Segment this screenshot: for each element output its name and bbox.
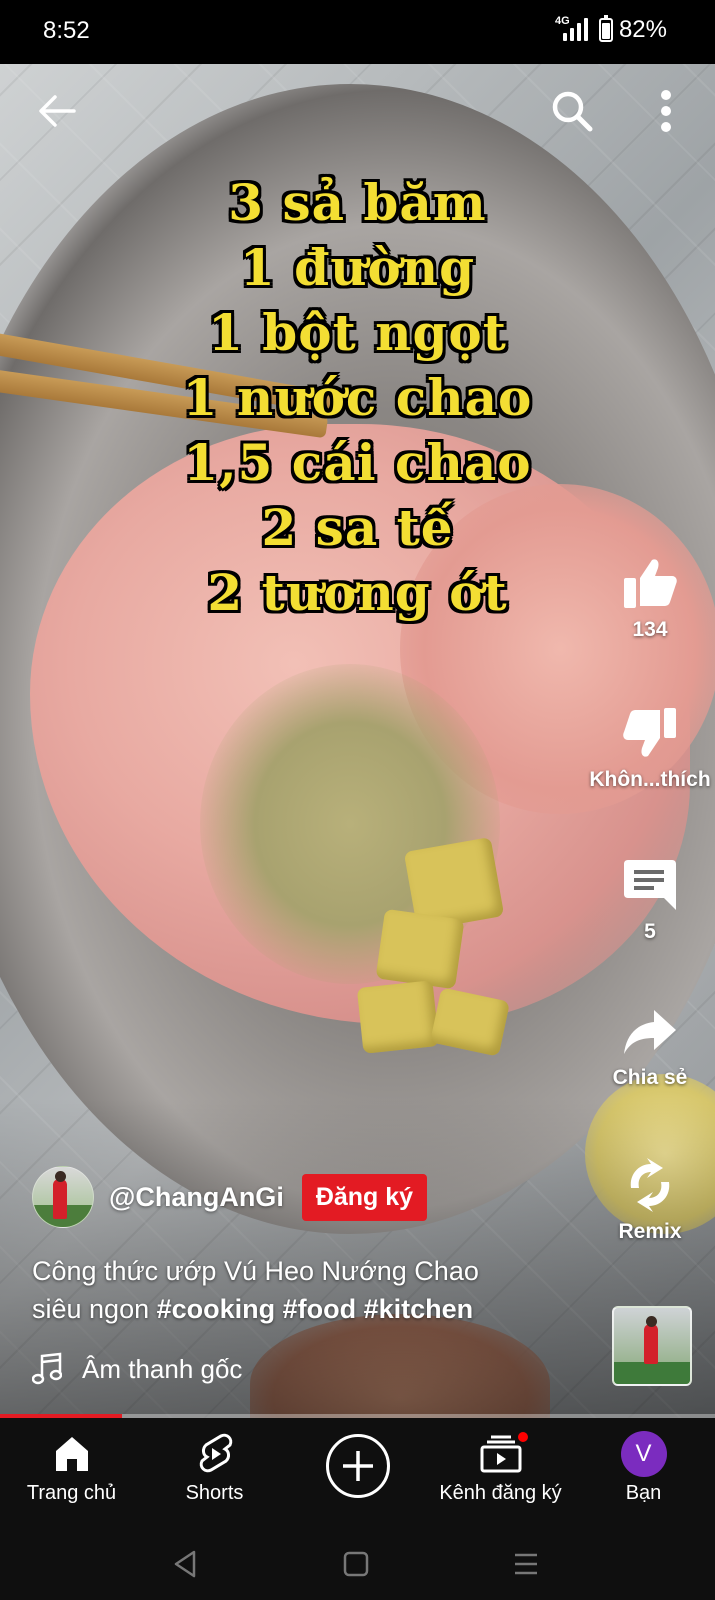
recipe-line: 2 sa tế [261,498,454,557]
shorts-icon [199,1433,232,1473]
music-note-icon [32,1352,62,1385]
status-indicators: 4G 82% [553,15,667,44]
notification-dot [515,1430,530,1444]
thumbs-down-icon [623,708,676,757]
remix-icon [630,1158,670,1212]
nav-subscriptions-label: Kênh đăng ký [439,1482,562,1504]
share-icon [624,1010,676,1054]
system-navigation-bar [0,1528,715,1600]
sound-thumbnail[interactable] [612,1306,692,1386]
remix-button[interactable]: Remix [585,1158,715,1244]
back-arrow-icon [39,95,76,127]
system-home-icon[interactable] [343,1551,369,1577]
dislike-label: Khôn...thích [589,768,711,791]
system-back-icon[interactable] [172,1550,198,1578]
nav-shorts-label: Shorts [185,1482,244,1504]
battery-percent: 82% [618,16,667,43]
caption-hashtags[interactable]: #cooking #food #kitchen [157,1294,474,1324]
sound-label: Âm thanh gốc [82,1353,243,1384]
nav-create[interactable] [286,1418,429,1528]
recipe-line: 1 đường [239,238,476,297]
nav-shorts[interactable]: Shorts [143,1418,286,1528]
create-icon [325,1434,390,1498]
caption-text: siêu ngon [32,1294,157,1324]
recipe-line: 1,5 cái chao [183,433,532,492]
subscribe-button[interactable]: Đăng ký [301,1173,428,1221]
nav-home-label: Trang chủ [26,1482,117,1504]
caption-text: Công thức ướp Vú Heo Nướng Chao [32,1256,479,1286]
avatar-icon: V [620,1431,667,1477]
home-icon [55,1437,88,1471]
nav-you[interactable]: V Bạn [572,1418,715,1528]
nav-you-label: Bạn [625,1482,662,1504]
network-type: 4G [554,15,570,27]
recipe-line: 3 sả băm [228,173,487,232]
comments-button[interactable]: 5 [585,858,715,944]
comment-icon [624,860,676,910]
channel-avatar[interactable] [32,1166,94,1228]
subscriptions-icon [480,1435,521,1473]
like-count: 134 [632,618,668,641]
recipe-line: 1 nước chao [182,368,533,427]
bottom-navigation: Trang chủ Shorts Kênh đăng ký V Bạn [0,1418,715,1528]
comment-count: 5 [644,920,656,943]
recipe-line: 1 bột ngọt [208,303,507,362]
channel-row: @ChangAnGi Đăng ký [32,1166,428,1228]
signal-icon: 4G [553,15,593,43]
battery-icon [598,15,613,42]
channel-name[interactable]: @ChangAnGi [109,1182,284,1213]
fermented-tofu-cube [375,908,465,990]
video-caption[interactable]: Công thức ướp Vú Heo Nướng Chao siêu ngo… [32,1252,592,1328]
nav-home[interactable]: Trang chủ [0,1418,143,1528]
status-time: 8:52 [43,17,90,44]
original-sound-link[interactable]: Âm thanh gốc [32,1352,242,1386]
fermented-tofu-cube [356,980,440,1054]
search-icon [552,91,593,132]
share-label: Chia sẻ [612,1066,688,1089]
search-button[interactable] [545,84,599,138]
share-button[interactable]: Chia sẻ [585,1008,715,1090]
dislike-button[interactable]: Khôn...thích [585,706,715,792]
nav-subscriptions[interactable]: Kênh đăng ký [429,1418,572,1528]
system-recents-icon[interactable] [513,1552,539,1576]
status-bar: 8:52 4G 82% [0,0,715,64]
more-vert-icon [661,90,671,132]
remix-label: Remix [618,1220,682,1243]
back-button[interactable] [32,86,82,136]
like-button[interactable]: 134 [585,556,715,642]
more-options-button[interactable] [646,86,686,136]
thumbs-up-icon [624,559,677,608]
